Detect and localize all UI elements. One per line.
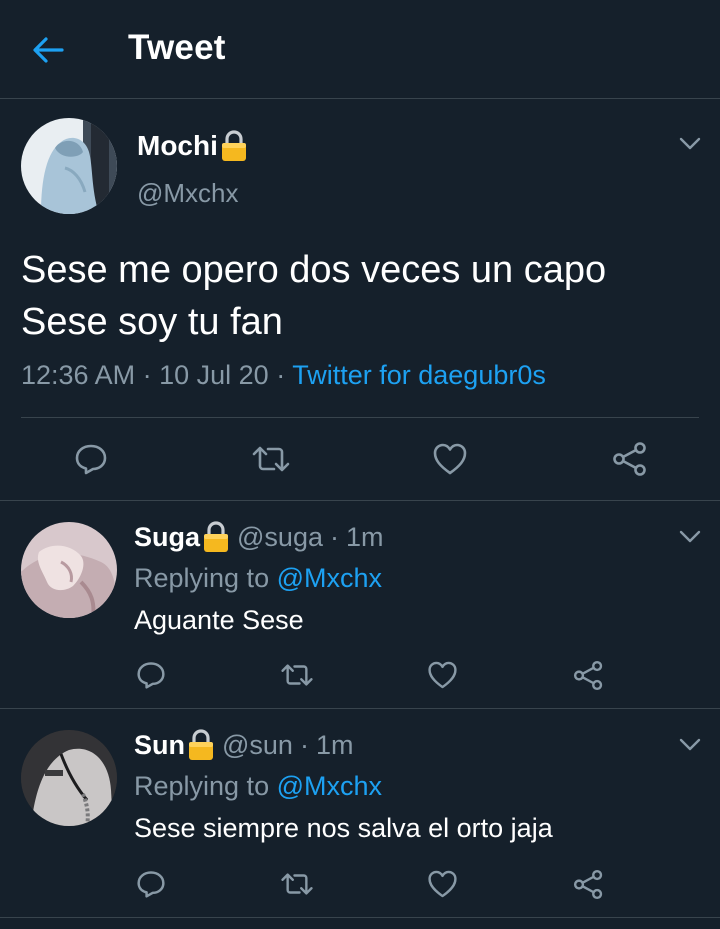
tweet-text: Sese me opero dos veces un capo Sese soy… [21,244,701,348]
avatar[interactable] [21,730,117,826]
back-button[interactable] [28,32,68,68]
like-icon [427,870,457,898]
like-button[interactable] [422,655,462,695]
tweet-text: Aguante Sese [134,605,304,635]
reply-header: Sun @sun · 1m [134,729,353,761]
avatar[interactable] [21,118,117,214]
reply-icon [137,662,165,689]
tweet-options-button[interactable] [676,523,704,551]
lock-icon [221,130,247,162]
like-button[interactable] [422,864,462,904]
tweet-time: 12:36 AM [21,360,136,390]
share-icon [613,442,646,476]
mention-link[interactable]: @Mxchx [277,563,382,593]
meta-separator: · [329,521,339,552]
lock-icon [203,521,229,553]
tweet-text-line: Sese me opero dos veces un capo [21,249,607,291]
tweet-source-link[interactable]: Twitter for daegubr0s [292,360,546,390]
tweet-date: 10 Jul 20 [159,360,269,390]
share-icon [573,869,602,899]
tweet-options-button[interactable] [676,731,704,759]
meta-separator: · [276,360,286,390]
replying-to: Replying to @Mxchx [134,771,382,802]
tweet-time: 1m [315,729,354,760]
lock-icon [188,729,214,761]
retweet-icon [281,664,313,686]
tweet-metadata: 12:36 AM · 10 Jul 20 · Twitter for daegu… [21,360,546,391]
tweet-text-line: Sese soy tu fan [21,301,283,343]
retweet-icon [281,873,313,895]
author-handle[interactable]: @sun [222,730,293,761]
divider [21,417,699,418]
reply-button[interactable] [71,439,111,479]
like-icon [427,661,457,689]
reply-tweet[interactable]: Sun @sun · 1m Replying to @Mxchx Sese si… [0,709,720,918]
replying-to-label: Replying to [134,563,270,593]
retweet-button[interactable] [251,439,291,479]
mention-link[interactable]: @Mxchx [277,771,382,801]
reply-button[interactable] [131,655,171,695]
author-name-text: Mochi [137,130,218,161]
meta-separator: · [142,360,152,390]
replying-to: Replying to @Mxchx [134,563,382,594]
share-button[interactable] [568,655,608,695]
like-icon [433,443,467,475]
author-handle[interactable]: @Mxchx [137,178,239,209]
reply-tweet[interactable]: Suga @suga · 1m Replying to @Mxchx Aguan… [0,501,720,709]
tweet-text: Sese siempre nos salva el orto jaja [134,813,553,843]
share-button[interactable] [568,864,608,904]
main-tweet: Mochi @Mxchx Sese me opero dos veces un … [0,99,720,501]
author-name[interactable]: Mochi [137,130,247,162]
chevron-down-icon [679,530,701,543]
replying-to-label: Replying to [134,771,270,801]
reply-button[interactable] [131,864,171,904]
author-handle[interactable]: @suga [237,522,323,553]
top-bar: Tweet [0,0,720,99]
author-name[interactable]: Sun [134,730,185,761]
page-title: Tweet [128,28,226,67]
author-name[interactable]: Suga [134,522,200,553]
chevron-down-icon [679,738,701,751]
retweet-button[interactable] [277,655,317,695]
tweet-options-button[interactable] [676,130,704,158]
reply-header: Suga @suga · 1m [134,521,384,553]
share-icon [573,660,602,690]
reply-icon [75,444,107,475]
back-arrow-icon [33,37,64,63]
like-button[interactable] [430,439,470,479]
chevron-down-icon [679,137,701,150]
retweet-icon [252,446,290,472]
tweet-time: 1m [345,521,384,552]
reply-icon [137,871,165,898]
share-button[interactable] [610,439,650,479]
avatar[interactable] [21,522,117,618]
retweet-button[interactable] [277,864,317,904]
meta-separator: · [299,729,309,760]
tweet-actions [0,439,720,479]
